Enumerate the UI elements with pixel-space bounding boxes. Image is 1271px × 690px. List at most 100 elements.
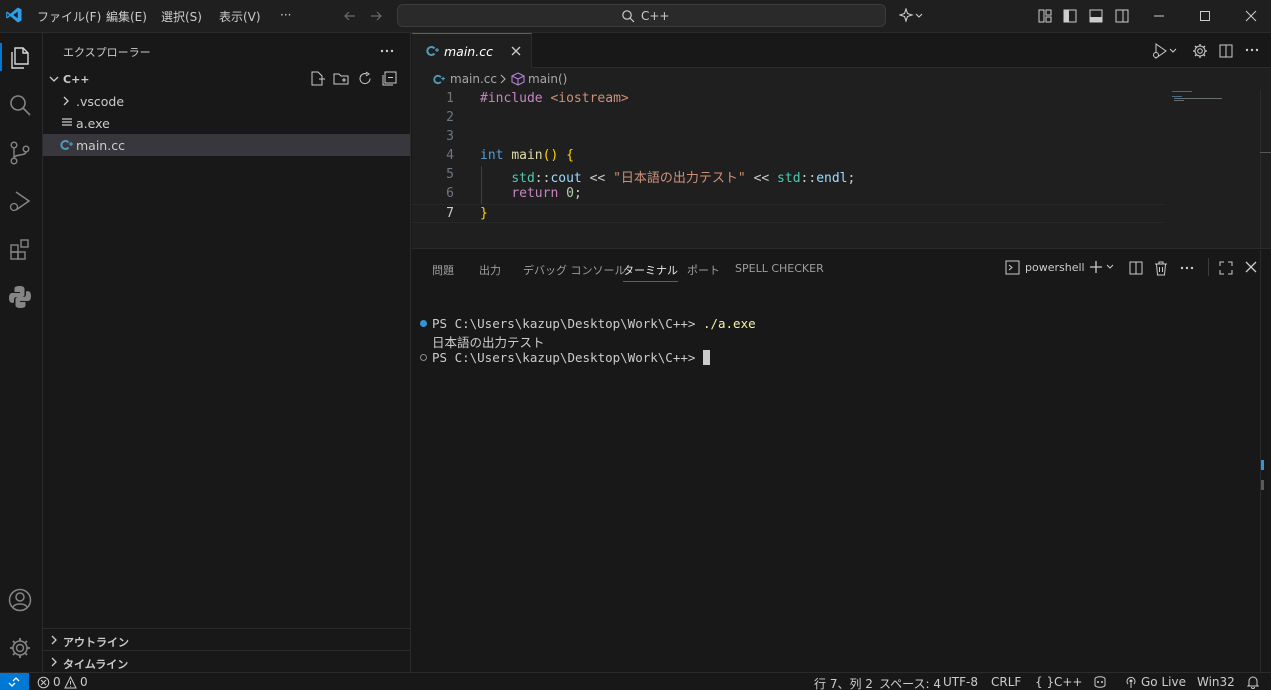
line-number: 2 [446, 110, 454, 125]
explorer-files-icon[interactable] [6, 43, 34, 71]
menu-view[interactable]: 表示(V) [219, 8, 261, 25]
new-file-icon[interactable] [309, 70, 326, 87]
more-actions-icon[interactable] [1244, 44, 1260, 56]
number: 0 [566, 186, 574, 201]
new-terminal-icon[interactable] [1088, 259, 1118, 275]
language-mode[interactable]: C++ [1054, 675, 1083, 689]
panel-tab-problems[interactable]: 問題 [432, 262, 454, 278]
close-panel-icon[interactable] [1245, 261, 1257, 273]
cursor-position[interactable]: 行 7、列 2 [814, 675, 873, 690]
more-actions-icon[interactable] [379, 45, 395, 57]
go-live-button[interactable]: Go Live [1141, 675, 1186, 689]
settings-gear-icon[interactable] [1192, 43, 1208, 59]
editor-scrollbar[interactable] [1260, 90, 1271, 248]
tab-main-cc[interactable]: main.cc [412, 33, 532, 68]
tree-item-main-cc[interactable]: main.cc [43, 134, 410, 156]
semicolon: ; [847, 171, 856, 186]
extensions-icon[interactable] [6, 235, 34, 263]
manage-gear-icon[interactable] [6, 634, 34, 662]
timeline-section[interactable]: タイムライン [43, 650, 410, 672]
source-control-icon[interactable] [6, 139, 34, 167]
error-icon [37, 676, 50, 689]
panel-tab-ports[interactable]: ポート [687, 262, 720, 278]
string-literal: "日本語の出力テスト" [613, 171, 746, 186]
python-icon[interactable] [6, 283, 34, 311]
chevron-right-icon [47, 655, 61, 669]
close-tab-icon[interactable] [510, 45, 522, 57]
remote-indicator[interactable] [0, 673, 29, 690]
outline-section[interactable]: アウトライン [43, 628, 410, 650]
toggle-secondary-sidebar-icon[interactable] [1114, 8, 1130, 24]
new-folder-icon[interactable] [333, 70, 350, 87]
divider [1208, 258, 1209, 276]
minimap[interactable] [1172, 90, 1257, 120]
command-center-search[interactable]: C++ [397, 4, 886, 27]
accounts-icon[interactable] [6, 586, 34, 614]
more-actions-icon[interactable] [1179, 262, 1195, 274]
minimize-window-icon[interactable] [1152, 9, 1166, 23]
menu-selection[interactable]: 選択(S) [161, 8, 202, 25]
bell-icon[interactable] [1246, 675, 1260, 689]
platform[interactable]: Win32 [1197, 675, 1235, 689]
menu-file[interactable]: ファイル(F) [37, 8, 101, 25]
cpp-file-icon [425, 44, 439, 58]
run-and-debug-icon[interactable] [6, 187, 34, 215]
forward-arrow-icon[interactable] [369, 9, 383, 23]
split-terminal-icon[interactable] [1128, 260, 1144, 276]
refresh-icon[interactable] [357, 70, 374, 87]
broadcast-icon [1124, 675, 1138, 689]
active-indicator [0, 43, 2, 71]
terminal-line-1: PS C:\Users\kazup\Desktop\Work\C++> ./a.… [432, 316, 756, 331]
trash-icon[interactable] [1153, 260, 1169, 276]
copilot-sparkle-icon[interactable] [899, 8, 923, 24]
minimap-line [1174, 100, 1184, 101]
remote-icon [7, 675, 21, 689]
menu-edit[interactable]: 編集(E) [106, 8, 147, 25]
code-line: 6 return 0; [412, 185, 1172, 204]
command-center-label: C++ [641, 9, 670, 23]
command-pending-dot[interactable] [420, 354, 427, 361]
end-of-line[interactable]: CRLF [991, 675, 1021, 689]
code-line-current: 7 } [412, 204, 1164, 223]
line-number: 3 [446, 129, 454, 144]
panel-tab-debug-console[interactable]: デバッグ コンソール [523, 262, 626, 278]
search-icon[interactable] [6, 91, 34, 119]
run-code-icon[interactable] [1152, 42, 1178, 60]
semicolon: ; [573, 186, 582, 201]
timeline-label: タイムライン [63, 658, 129, 671]
menu-more[interactable]: ··· [280, 8, 291, 22]
indentation[interactable]: スペース: 4 [879, 675, 941, 690]
shell-name[interactable]: powershell [1025, 261, 1085, 274]
maximize-window-icon[interactable] [1198, 9, 1212, 23]
split-editor-icon[interactable] [1218, 43, 1234, 59]
copilot-icon[interactable] [1092, 675, 1108, 689]
minimap-line [1172, 91, 1192, 92]
tree-item-label: main.cc [76, 138, 125, 153]
folder-row[interactable]: C++ [43, 68, 410, 90]
warning-icon [64, 676, 77, 689]
method-cube-icon [511, 72, 525, 86]
collapse-all-icon[interactable] [381, 70, 398, 87]
close-window-icon[interactable] [1244, 9, 1258, 23]
activity-bar [0, 33, 43, 672]
tree-item-a-exe[interactable]: a.exe [43, 112, 410, 134]
encoding[interactable]: UTF-8 [943, 675, 978, 689]
code-editor[interactable]: 1 #include <iostream> 2 3 4 int main() {… [412, 90, 1271, 249]
operator: << [589, 171, 606, 186]
minimap-line [1172, 96, 1182, 97]
command-success-dot[interactable] [420, 320, 427, 327]
breadcrumb-symbol[interactable]: main() [528, 72, 567, 86]
back-arrow-icon[interactable] [343, 9, 357, 23]
breadcrumb-file[interactable]: main.cc [450, 72, 497, 86]
toggle-panel-icon[interactable] [1088, 8, 1104, 24]
panel-tab-output[interactable]: 出力 [479, 262, 501, 278]
terminal-cursor [702, 350, 710, 365]
panel-tab-terminal[interactable]: ターミナル [623, 262, 678, 282]
customize-layout-icon[interactable] [1037, 8, 1053, 24]
maximize-panel-icon[interactable] [1218, 260, 1234, 276]
error-count[interactable]: 0 [53, 675, 61, 689]
toggle-primary-sidebar-icon[interactable] [1062, 8, 1078, 24]
warning-count[interactable]: 0 [80, 675, 88, 689]
tree-item-vscode[interactable]: .vscode [43, 90, 410, 112]
panel-tab-spell-checker[interactable]: SPELL CHECKER [735, 262, 824, 275]
